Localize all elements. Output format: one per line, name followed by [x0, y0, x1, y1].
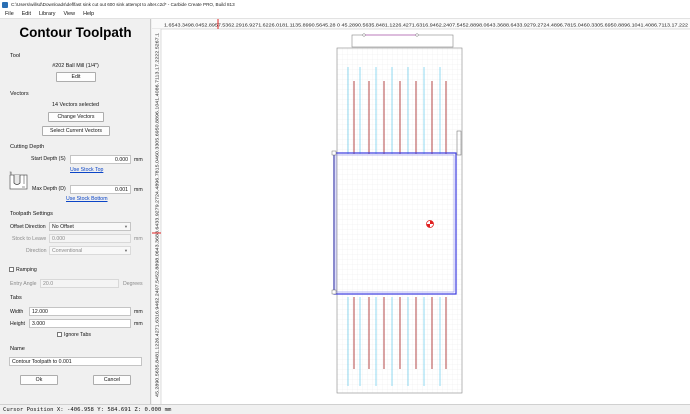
menu-edit[interactable]: Edit [18, 11, 35, 17]
menu-help[interactable]: Help [79, 11, 98, 17]
cursor-position-readout: Cursor Position X: -406.958 Y: 584.691 Z… [3, 406, 172, 413]
panel-title: Contour Toolpath [19, 25, 132, 40]
menu-library[interactable]: Library [35, 11, 59, 17]
menu-view[interactable]: View [59, 11, 79, 17]
app-icon [2, 1, 8, 8]
edit-tool-button[interactable]: Edit [56, 72, 96, 82]
change-vectors-button[interactable]: Change Vectors [48, 112, 104, 122]
stock-to-leave-input[interactable]: 0.000 [49, 234, 131, 243]
select-current-vectors-button[interactable]: Select Current Vectors [42, 126, 110, 136]
use-stock-top-link[interactable]: Use Stock Top [70, 167, 103, 173]
toolpath-name-input[interactable]: Contour Toolpath to 0.001 [9, 357, 142, 366]
top-ruler-labels: 1.6543.3498.0452.8957.5362.2916.9271.622… [164, 23, 689, 28]
ok-button[interactable]: Ok [20, 375, 58, 385]
stock-material [336, 33, 463, 394]
stock-to-leave-label: Stock to Leave [12, 236, 47, 242]
entry-angle-label: Entry Angle [10, 281, 37, 287]
left-ruler-labels: 45.2890.5635.8481.1226.4271.6316.9462.24… [155, 32, 160, 397]
cancel-button[interactable]: Cancel [93, 375, 131, 385]
direction-select[interactable]: Conventional ▼ [49, 246, 131, 255]
direction-label: Direction [26, 248, 47, 254]
max-depth-unit: mm [134, 187, 143, 193]
toolpath-settings-section-label: Toolpath Settings [10, 211, 53, 217]
design-canvas[interactable]: 1.6543.3498.0452.8957.5362.2916.9271.622… [152, 19, 690, 404]
entry-angle-unit: Degrees [123, 281, 143, 287]
menu-file[interactable]: File [0, 11, 18, 17]
start-depth-input[interactable]: 0.000 [70, 155, 131, 164]
tool-section-label: Tool [10, 53, 21, 59]
vectors-section-label: Vectors [10, 91, 29, 97]
window-titlebar: C:\Users\willsd\Downloads\deflfast sink … [0, 0, 690, 9]
max-depth-input[interactable]: 0.001 [70, 185, 131, 194]
use-stock-bottom-link[interactable]: Use Stock Bottom [66, 196, 108, 202]
chevron-down-icon: ▼ [124, 224, 128, 229]
stock-to-leave-unit: mm [134, 236, 143, 242]
tab-width-label: Width [10, 309, 24, 315]
offset-direction-label: Offset Direction [10, 224, 46, 230]
ramping-label: Ramping [16, 267, 37, 273]
ramping-checkbox[interactable] [9, 267, 14, 272]
tab-width-unit: mm [134, 309, 143, 315]
offset-direction-select[interactable]: No Offset ▼ [49, 222, 131, 231]
origin-marker-icon [426, 220, 434, 228]
ignore-tabs-checkbox[interactable] [57, 332, 62, 337]
name-section-label: Name [10, 346, 25, 352]
menu-bar: File Edit Library View Help [0, 9, 690, 19]
vectors-selected-text: 14 Vectors selected [51, 102, 100, 108]
offset-direction-value: No Offset [52, 223, 74, 230]
canvas-drawing: 1.6543.3498.0452.8957.5362.2916.9271.622… [152, 19, 690, 404]
tab-height-label: Height [10, 321, 25, 327]
depth-diagram-icon: S D [10, 171, 28, 190]
max-depth-label: Max Depth (D) [32, 186, 66, 192]
tool-name: #202 Ball Mill (1/4") [52, 63, 99, 69]
svg-text:S: S [10, 171, 12, 175]
tabs-section-label: Tabs [10, 295, 22, 301]
tab-height-unit: mm [134, 321, 143, 327]
ignore-tabs-label: Ignore Tabs [64, 332, 92, 338]
tab-height-input[interactable]: 3.000 [29, 319, 131, 328]
direction-value: Conventional [52, 247, 83, 254]
status-bar: Cursor Position X: -406.958 Y: 584.691 Z… [0, 404, 690, 414]
tab-width-input[interactable]: 12.000 [29, 307, 131, 316]
entry-angle-input[interactable]: 20.0 [40, 279, 119, 288]
window-title: C:\Users\willsd\Downloads\deflfast sink … [11, 2, 235, 7]
start-depth-label: Start Depth (S) [31, 156, 66, 162]
start-depth-unit: mm [134, 157, 143, 163]
cutting-depth-section-label: Cutting Depth [10, 144, 45, 150]
chevron-down-icon: ▼ [124, 248, 128, 253]
toolpath-panel: Contour Toolpath Tool #202 Ball Mill (1/… [0, 19, 151, 404]
